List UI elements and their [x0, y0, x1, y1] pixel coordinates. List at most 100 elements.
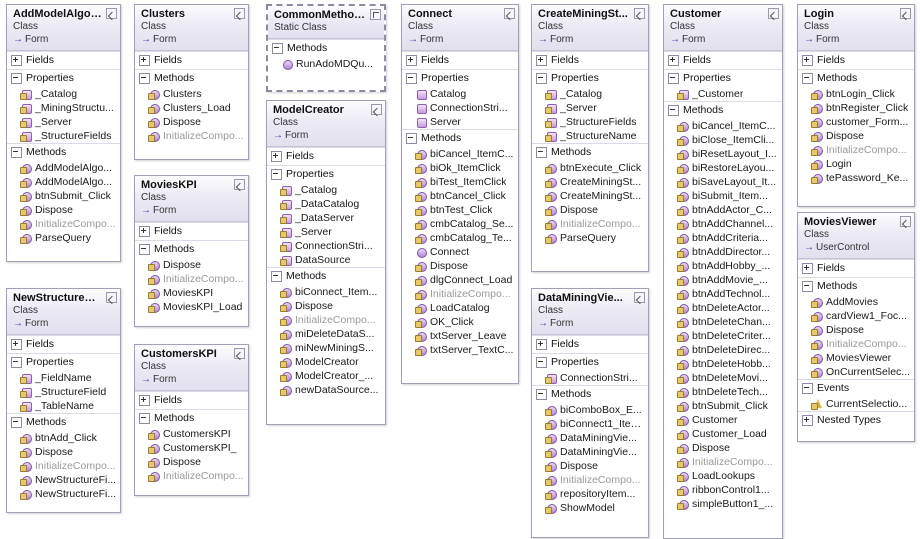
expand-icon[interactable] — [11, 55, 22, 66]
collapse-toggle-icon[interactable] — [234, 8, 245, 19]
member-row[interactable]: CurrentSelectio... — [798, 397, 914, 411]
compartment-header[interactable]: Fields — [135, 223, 248, 240]
member-row[interactable]: _TableName — [7, 399, 120, 413]
collapse-icon[interactable] — [802, 281, 813, 292]
collapse-icon[interactable] — [11, 357, 22, 368]
member-row[interactable]: _StructureField — [7, 385, 120, 399]
member-row[interactable]: Dispose — [402, 259, 518, 273]
member-row[interactable]: InitializeCompo... — [532, 217, 648, 231]
member-row[interactable]: simpleButton1_... — [664, 497, 782, 511]
compartment-header[interactable]: Properties — [532, 70, 648, 87]
member-row[interactable]: _Server — [532, 101, 648, 115]
collapse-icon[interactable] — [802, 73, 813, 84]
member-row[interactable]: Dispose — [267, 299, 385, 313]
compartment-header[interactable]: Methods — [135, 241, 248, 258]
member-row[interactable]: btnDeleteActor... — [664, 301, 782, 315]
compartment-header[interactable]: Nested Types — [798, 412, 914, 429]
collapse-toggle-icon[interactable] — [106, 292, 117, 303]
compartment-header[interactable]: Fields — [402, 52, 518, 69]
member-row[interactable]: _Server — [7, 115, 120, 129]
member-row[interactable]: _DataCatalog — [267, 197, 385, 211]
member-row[interactable]: OK_Click — [402, 315, 518, 329]
member-row[interactable]: ConnectionStri... — [532, 371, 648, 385]
member-row[interactable]: biCancel_ItemC... — [402, 147, 518, 161]
compartment-header[interactable]: Methods — [267, 268, 385, 285]
class-box-modelcreator[interactable]: ModelCreator Class → Form Fields Properties _C… — [266, 100, 386, 425]
compartment-header[interactable]: Fields — [7, 336, 120, 353]
member-row[interactable]: ribbonControl1... — [664, 483, 782, 497]
member-row[interactable]: btnCancel_Click — [402, 189, 518, 203]
member-row[interactable]: Dispose — [532, 459, 648, 473]
member-row[interactable]: _DataServer — [267, 211, 385, 225]
compartment-header[interactable]: Fields — [7, 52, 120, 69]
compartment-header[interactable]: Properties — [664, 70, 782, 87]
member-row[interactable]: MoviesKPI_Load — [135, 300, 248, 314]
collapse-icon[interactable] — [139, 244, 150, 255]
member-row[interactable]: btnDeleteChan... — [664, 315, 782, 329]
collapse-icon[interactable] — [802, 383, 813, 394]
member-row[interactable]: ShowModel — [532, 501, 648, 515]
compartment-header[interactable]: Properties — [7, 354, 120, 371]
member-row[interactable]: InitializeCompo... — [135, 272, 248, 286]
member-row[interactable]: Dispose — [798, 129, 914, 143]
member-row[interactable]: btnAddCriteria... — [664, 231, 782, 245]
compartment-header[interactable]: Fields — [532, 52, 648, 69]
expand-icon[interactable] — [536, 339, 547, 350]
class-box-addmodelalgor[interactable]: AddModelAlgor... Class → Form Fields Properti… — [6, 4, 121, 262]
compartment-header[interactable]: Methods — [7, 414, 120, 431]
compartment-header[interactable]: Methods — [664, 102, 782, 119]
member-row[interactable]: Dispose — [135, 258, 248, 272]
member-row[interactable]: cmbCatalog_Te... — [402, 231, 518, 245]
member-row[interactable]: cardView1_Foc... — [798, 309, 914, 323]
member-row[interactable]: InitializeCompo... — [664, 455, 782, 469]
collapse-toggle-icon[interactable] — [370, 9, 381, 20]
member-row[interactable]: Dispose — [135, 455, 248, 469]
member-row[interactable]: MoviesKPI — [135, 286, 248, 300]
compartment-header[interactable]: Fields — [532, 336, 648, 353]
class-box-moviesviewer[interactable]: MoviesViewer Class → UserControl Fields Metho… — [797, 212, 915, 442]
compartment-header[interactable]: Fields — [135, 392, 248, 409]
class-box-clusters[interactable]: Clusters Class → Form Fields Methods Clusters C… — [134, 4, 249, 160]
member-row[interactable]: btnTest_Click — [402, 203, 518, 217]
collapse-icon[interactable] — [536, 73, 547, 84]
member-row[interactable]: AddModelAlgo... — [7, 175, 120, 189]
member-row[interactable]: NewStructureFi... — [7, 487, 120, 501]
compartment-header[interactable]: Properties — [7, 70, 120, 87]
member-row[interactable]: Dispose — [7, 203, 120, 217]
expand-icon[interactable] — [802, 55, 813, 66]
member-row[interactable]: txtServer_Leave — [402, 329, 518, 343]
member-row[interactable]: Clusters — [135, 87, 248, 101]
collapse-toggle-icon[interactable] — [634, 292, 645, 303]
compartment-header[interactable]: Fields — [798, 52, 914, 69]
member-row[interactable]: InitializeCompo... — [798, 143, 914, 157]
member-row[interactable]: InitializeCompo... — [135, 129, 248, 143]
collapse-icon[interactable] — [536, 147, 547, 158]
collapse-icon[interactable] — [11, 147, 22, 158]
member-row[interactable]: AddMovies — [798, 295, 914, 309]
member-row[interactable]: _Catalog — [7, 87, 120, 101]
member-row[interactable]: btnAdd_Click — [7, 431, 120, 445]
member-row[interactable]: btnRegister_Click — [798, 101, 914, 115]
member-row[interactable]: LoadLookups — [664, 469, 782, 483]
member-row[interactable]: LoadCatalog — [402, 301, 518, 315]
compartment-header[interactable]: Fields — [267, 148, 385, 165]
member-row[interactable]: InitializeCompo... — [7, 217, 120, 231]
class-box-connect[interactable]: Connect Class → Form Fields Properties Catalog… — [401, 4, 519, 384]
collapse-icon[interactable] — [668, 105, 679, 116]
member-row[interactable]: DataMiningVie... — [532, 431, 648, 445]
collapse-toggle-icon[interactable] — [504, 8, 515, 19]
compartment-header[interactable]: Properties — [267, 166, 385, 183]
compartment-header[interactable]: Methods — [532, 386, 648, 403]
expand-icon[interactable] — [139, 226, 150, 237]
member-row[interactable]: Customer_Load — [664, 427, 782, 441]
class-box-movieskpi[interactable]: MoviesKPI Class → Form Fields Methods Dispose I… — [134, 175, 249, 327]
member-row[interactable]: miDeleteDataS... — [267, 327, 385, 341]
compartment-header[interactable]: Methods — [135, 70, 248, 87]
member-row[interactable]: cmbCatalog_Se... — [402, 217, 518, 231]
member-row[interactable]: ConnectionStri... — [402, 101, 518, 115]
member-row[interactable]: btnSubmit_Click — [7, 189, 120, 203]
class-diagram-canvas[interactable]: AddModelAlgor... Class → Form Fields Properti… — [0, 0, 920, 539]
member-row[interactable]: InitializeCompo... — [532, 473, 648, 487]
collapse-toggle-icon[interactable] — [234, 179, 245, 190]
member-row[interactable]: MoviesViewer — [798, 351, 914, 365]
